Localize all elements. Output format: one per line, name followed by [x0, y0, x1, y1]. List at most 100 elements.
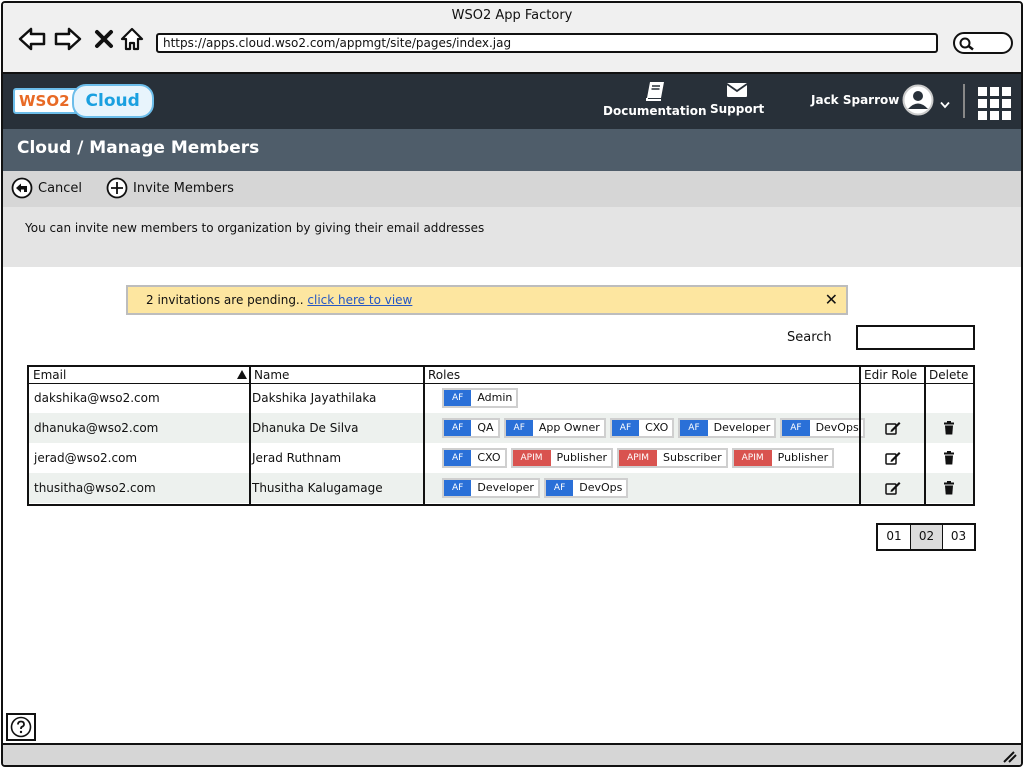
edit-icon[interactable] — [885, 420, 901, 439]
apps-grid-icon[interactable] — [978, 87, 1011, 120]
browser-chrome: WSO2 App Factory https://apps.cloud.wso2… — [3, 3, 1021, 74]
back-circle-icon — [11, 177, 33, 199]
column-header-email-label: Email — [33, 368, 67, 382]
column-header-delete: Delete — [929, 368, 969, 382]
close-icon[interactable]: ✕ — [825, 287, 838, 313]
search-input[interactable] — [856, 325, 975, 350]
logo-cloud: Cloud — [71, 84, 154, 118]
window-title: WSO2 App Factory — [451, 8, 573, 23]
forward-icon[interactable] — [53, 25, 83, 53]
member-email: dhanuka@wso2.com — [34, 421, 159, 435]
stop-icon[interactable] — [89, 25, 119, 53]
trash-icon[interactable] — [943, 450, 955, 469]
trash-icon[interactable] — [943, 480, 955, 499]
plus-circle-icon — [106, 177, 128, 199]
cancel-button[interactable]: Cancel — [11, 177, 82, 199]
chevron-down-icon[interactable] — [940, 94, 950, 113]
wso2-cloud-logo[interactable]: WSO2 Cloud — [13, 84, 154, 118]
app-header: WSO2 Cloud Documentation Support Jack Sp… — [3, 74, 1021, 129]
role-tags: AF Admin — [442, 388, 522, 408]
book-icon — [645, 82, 664, 101]
column-header-name[interactable]: Name — [250, 367, 289, 383]
support-label: Support — [710, 102, 765, 116]
role-source-badge: AF — [444, 420, 472, 436]
member-email: dakshika@wso2.com — [34, 391, 160, 405]
pending-invitations-banner: 2 invitations are pending.. click here t… — [126, 285, 848, 315]
role-name: DevOps — [579, 481, 623, 494]
help-button[interactable] — [6, 713, 36, 741]
role-source-badge: AF — [545, 480, 574, 496]
role-name: Developer — [713, 421, 771, 434]
role-source-badge: AF — [444, 480, 472, 496]
column-header-roles[interactable]: Roles — [424, 367, 460, 383]
view-invitations-link[interactable]: click here to view — [307, 293, 412, 307]
browser-window: WSO2 App Factory https://apps.cloud.wso2… — [1, 1, 1023, 767]
role-source-badge: AF — [444, 390, 472, 406]
role-name: QA — [477, 421, 494, 434]
member-name: Dhanuka De Silva — [252, 421, 359, 435]
home-icon[interactable] — [117, 25, 147, 53]
banner-text: 2 invitations are pending.. — [146, 293, 308, 307]
role-source-badge: AF — [611, 420, 640, 436]
edit-icon[interactable] — [885, 480, 901, 499]
member-name: Dakshika Jayathilaka — [252, 391, 377, 405]
support-link[interactable]: Support — [710, 81, 764, 116]
role-tag: AF QA — [442, 418, 500, 438]
invite-members-label: Invite Members — [133, 180, 234, 196]
back-icon[interactable] — [17, 25, 47, 53]
role-name: App Owner — [538, 421, 600, 434]
sort-up-icon — [237, 370, 247, 379]
header-divider — [963, 84, 965, 118]
info-text-area: You can invite new members to organizati… — [3, 207, 1021, 267]
member-email: thusitha@wso2.com — [34, 481, 156, 495]
trash-icon[interactable] — [943, 420, 955, 439]
page-button[interactable]: 02 — [910, 525, 942, 549]
role-name: Developer — [477, 481, 534, 494]
table-row: jerad@wso2.com Jerad Ruthnam AF CXO APIM Publ… — [29, 443, 973, 473]
browser-search-field[interactable] — [953, 32, 1013, 54]
page-button[interactable]: 03 — [942, 525, 974, 549]
role-tag: APIM Publisher — [731, 448, 835, 468]
status-bar — [3, 743, 1021, 765]
user-name[interactable]: Jack Sparrow — [811, 93, 899, 107]
role-tag: AF Developer — [678, 418, 777, 438]
role-tag: AF CXO — [442, 448, 507, 468]
column-divider — [924, 367, 926, 504]
role-tag: AF Admin — [442, 388, 519, 408]
role-name: Publisher — [777, 451, 829, 464]
column-divider — [423, 367, 425, 504]
role-tag: AF Developer — [442, 478, 540, 498]
url-bar[interactable]: https://apps.cloud.wso2.com/appmgt/site/… — [156, 33, 938, 53]
role-source-badge: AF — [505, 420, 533, 436]
resize-grip-icon[interactable] — [1001, 749, 1017, 763]
members-table: Email Name Roles Edir Role Delete dakshi… — [27, 365, 975, 506]
documentation-link[interactable]: Documentation — [603, 81, 707, 118]
role-name: Subscriber — [663, 451, 722, 464]
page-button[interactable]: 01 — [878, 525, 910, 549]
role-source-badge: APIM — [619, 450, 658, 466]
role-source-badge: AF — [782, 420, 810, 436]
invite-members-button[interactable]: Invite Members — [106, 177, 234, 199]
role-tag: AF DevOps — [780, 418, 865, 438]
question-circle-icon — [10, 716, 32, 738]
envelope-icon — [726, 83, 748, 97]
info-text: You can invite new members to organizati… — [25, 221, 485, 235]
column-header-email[interactable]: Email — [29, 367, 249, 383]
role-source-badge: APIM — [733, 450, 772, 466]
role-name: Admin — [477, 391, 513, 404]
role-source-badge: APIM — [512, 450, 551, 466]
table-row: dakshika@wso2.com Dakshika Jayathilaka AF A… — [29, 383, 973, 413]
column-divider — [859, 367, 861, 504]
search-icon — [959, 37, 974, 51]
column-divider — [249, 367, 251, 504]
role-source-badge: AF — [680, 420, 708, 436]
role-name: CXO — [477, 451, 501, 464]
role-tag: APIM Subscriber — [617, 448, 728, 468]
role-tag: APIM Publisher — [510, 448, 614, 468]
table-row: dhanuka@wso2.com Dhanuka De Silva AF QA AF Ap… — [29, 413, 973, 443]
role-tag: AF DevOps — [543, 478, 629, 498]
user-avatar-icon[interactable] — [902, 84, 934, 116]
edit-icon[interactable] — [885, 450, 901, 469]
column-header-edit-role: Edir Role — [864, 368, 918, 382]
action-toolbar: Cancel Invite Members — [3, 171, 1021, 207]
